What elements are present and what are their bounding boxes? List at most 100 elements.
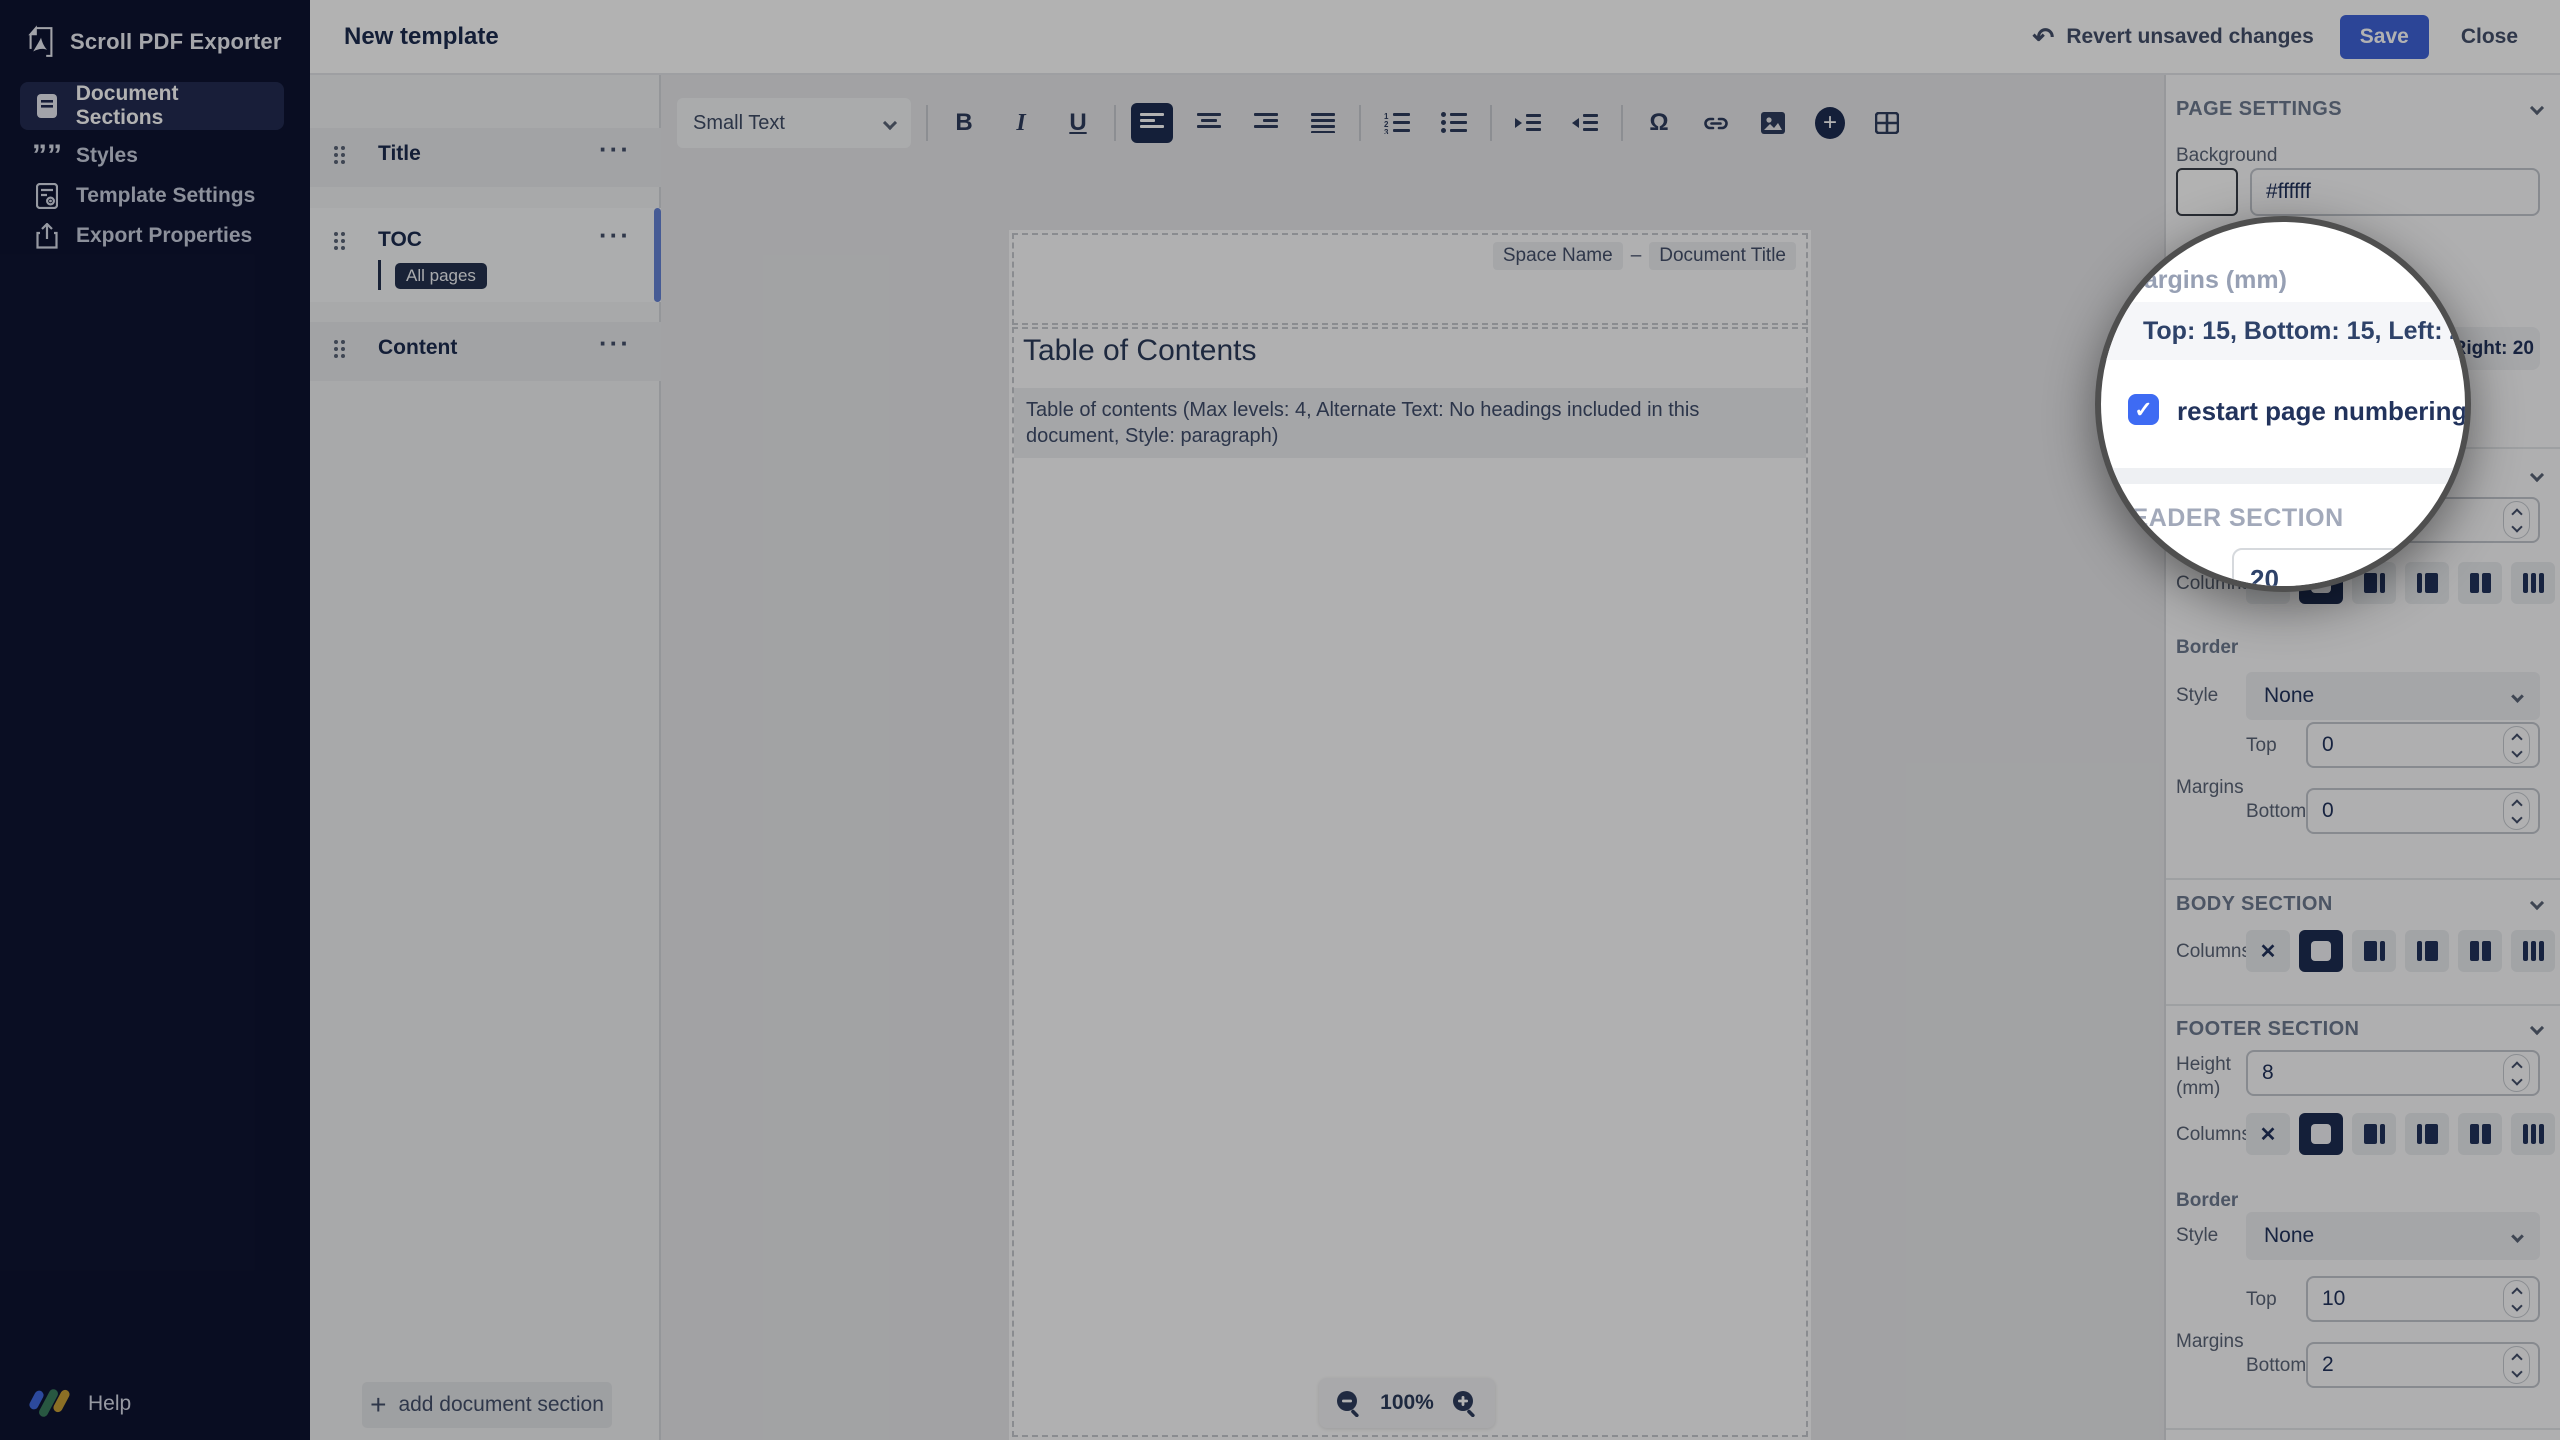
columns-one-button[interactable]	[2299, 1113, 2343, 1155]
toc-heading[interactable]: Table of Contents	[1023, 334, 1256, 368]
section-divider	[2166, 1004, 2560, 1006]
columns-three-button[interactable]	[2511, 1113, 2555, 1155]
collapse-chevron-icon[interactable]	[2530, 896, 2544, 910]
footer-margin-bottom-input[interactable]: 2	[2306, 1342, 2540, 1388]
section-menu-button[interactable]: ···	[599, 328, 631, 359]
page-header-region[interactable]: Space Name – Document Title	[1012, 233, 1808, 325]
footer-margin-top-input[interactable]: 10	[2306, 1276, 2540, 1322]
footer-height-label: Height (mm)	[2176, 1053, 2242, 1101]
columns-none-button[interactable]: ✕	[2246, 930, 2290, 972]
italic-button[interactable]: I	[1000, 103, 1042, 143]
drag-handle-icon[interactable]	[334, 340, 345, 358]
toolbar-separator	[926, 105, 928, 141]
stepper-icon[interactable]	[2503, 792, 2530, 830]
header-margins-label: Margins	[2176, 777, 2244, 799]
zoom-controls: 100%	[1319, 1378, 1495, 1428]
underline-button[interactable]: U	[1057, 103, 1099, 143]
columns-two-button[interactable]	[2458, 930, 2502, 972]
save-button[interactable]: Save	[2340, 15, 2429, 59]
toolbar-separator	[1621, 105, 1623, 141]
footer-margin-bottom-value: 2	[2322, 1353, 2334, 1377]
collapse-chevron-icon[interactable]	[2530, 468, 2544, 482]
insert-element-button[interactable]: +	[1809, 103, 1851, 143]
stepper-icon[interactable]	[2503, 501, 2530, 539]
sidebar-item-styles[interactable]: ”” Styles	[20, 136, 284, 176]
editor-toolbar: Small Text B I U 123	[677, 98, 1908, 148]
revert-label: Revert unsaved changes	[2066, 25, 2313, 49]
table-button[interactable]	[1866, 103, 1908, 143]
footer-height-input[interactable]: 8	[2246, 1050, 2540, 1096]
columns-wide-left-button[interactable]	[2352, 930, 2396, 972]
bullet-list-button[interactable]	[1433, 103, 1475, 143]
export-icon	[34, 223, 60, 249]
document-page[interactable]: Space Name – Document Title Table of Con…	[1009, 230, 1811, 1440]
sidebar-item-document-sections[interactable]: Document Sections	[20, 82, 284, 130]
section-row-toc[interactable]: TOC ··· All pages	[310, 208, 661, 302]
quote-icon: ””	[34, 149, 60, 163]
columns-none-button[interactable]: ✕	[2246, 1113, 2290, 1155]
align-center-button[interactable]	[1188, 103, 1230, 143]
columns-wide-left-button[interactable]	[2352, 1113, 2396, 1155]
columns-wide-right-button[interactable]	[2405, 1113, 2449, 1155]
stepper-icon[interactable]	[2503, 1280, 2530, 1318]
background-color-swatch[interactable]	[2176, 168, 2238, 216]
loupe-restart-checkbox[interactable]: ✓	[2128, 394, 2159, 425]
sidebar-item-label: Styles	[76, 144, 138, 168]
columns-wide-right-button[interactable]	[2405, 930, 2449, 972]
columns-three-button[interactable]	[2511, 562, 2555, 604]
body-columns-label: Columns	[2176, 941, 2251, 963]
footer-border-style-label: Style	[2176, 1225, 2218, 1247]
indent-increase-button[interactable]	[1507, 103, 1549, 143]
sidebar-item-template-settings[interactable]: Template Settings	[20, 176, 284, 216]
stepper-icon[interactable]	[2503, 1346, 2530, 1384]
bold-button[interactable]: B	[943, 103, 985, 143]
space-name-token[interactable]: Space Name	[1493, 242, 1623, 270]
stepper-icon[interactable]	[2503, 1054, 2530, 1092]
help-link[interactable]: Help	[30, 1386, 131, 1422]
section-menu-button[interactable]: ···	[599, 220, 631, 251]
drag-handle-icon[interactable]	[334, 146, 345, 164]
stepper-icon[interactable]	[2503, 726, 2530, 764]
section-row-title[interactable]: Title ···	[310, 128, 661, 187]
justify-button[interactable]	[1302, 103, 1344, 143]
zoom-in-button[interactable]	[1451, 1389, 1479, 1417]
background-color-input[interactable]: #ffffff	[2250, 168, 2540, 216]
revert-unsaved-changes-button[interactable]: ↶ Revert unsaved changes	[2033, 25, 2314, 49]
header-margin-bottom-input[interactable]: 0	[2306, 788, 2540, 834]
special-character-button[interactable]: Ω	[1638, 103, 1680, 143]
add-document-section-button[interactable]: + add document section	[362, 1382, 612, 1428]
collapse-chevron-icon[interactable]	[2530, 1021, 2544, 1035]
align-left-button[interactable]	[1131, 103, 1173, 143]
link-button[interactable]	[1695, 103, 1737, 143]
collapse-chevron-icon[interactable]	[2530, 101, 2544, 115]
zoom-level: 100%	[1380, 1391, 1434, 1415]
columns-three-button[interactable]	[2511, 930, 2555, 972]
columns-two-button[interactable]	[2458, 1113, 2502, 1155]
ordered-list-button[interactable]: 123	[1376, 103, 1418, 143]
footer-border-style-select[interactable]: None	[2246, 1212, 2540, 1260]
drag-handle-icon[interactable]	[334, 232, 345, 250]
section-name: TOC	[378, 228, 422, 252]
columns-one-button[interactable]	[2299, 930, 2343, 972]
toc-macro-placeholder[interactable]: Table of contents (Max levels: 4, Altern…	[1014, 388, 1806, 458]
indent-decrease-button[interactable]	[1564, 103, 1606, 143]
section-name: Title	[378, 142, 421, 166]
section-row-content[interactable]: Content ···	[310, 322, 661, 381]
sidebar-item-export-properties[interactable]: Export Properties	[20, 216, 284, 256]
header-margin-top-input[interactable]: 0	[2306, 722, 2540, 768]
loupe-header-height-input: 20	[2232, 548, 2471, 592]
image-button[interactable]	[1752, 103, 1794, 143]
document-title-token[interactable]: Document Title	[1649, 242, 1796, 270]
zoom-out-button[interactable]	[1335, 1389, 1363, 1417]
section-menu-button[interactable]: ···	[599, 134, 631, 165]
header-margin-bottom-label: Bottom	[2246, 801, 2306, 823]
all-pages-badge[interactable]: All pages	[395, 263, 487, 289]
text-style-select[interactable]: Small Text	[677, 98, 911, 148]
editor-canvas: Small Text B I U 123	[661, 75, 2164, 1440]
footer-columns-label: Columns	[2176, 1124, 2251, 1146]
header-border-style-select[interactable]: None	[2246, 672, 2540, 720]
align-right-button[interactable]	[1245, 103, 1287, 143]
page-body-region[interactable]	[1012, 327, 1808, 1437]
close-button[interactable]: Close	[2455, 24, 2524, 50]
chevron-down-icon	[883, 116, 897, 130]
